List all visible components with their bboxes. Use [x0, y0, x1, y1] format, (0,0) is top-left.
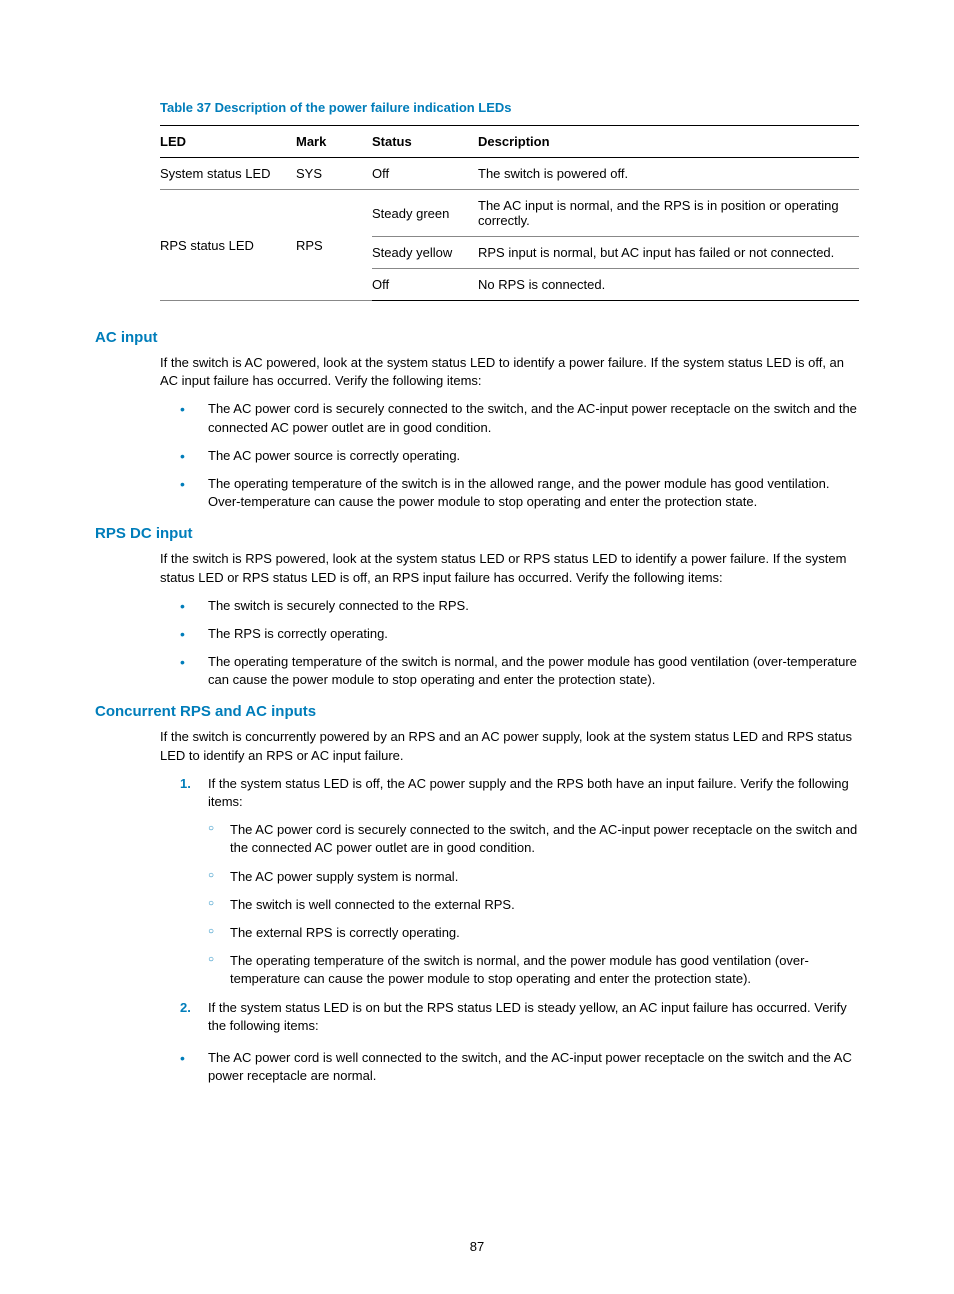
list-item: The operating temperature of the switch …: [180, 653, 859, 689]
list-number: 2.: [180, 999, 191, 1017]
list-number: 1.: [180, 775, 191, 793]
cell-description: The switch is powered off.: [478, 158, 859, 190]
list-item: The AC power source is correctly operati…: [180, 447, 859, 465]
table-row: RPS status LED RPS Steady green The AC i…: [160, 190, 859, 237]
cell-led: RPS status LED: [160, 190, 296, 301]
list-item: The AC power cord is securely connected …: [208, 821, 859, 857]
list-item: The switch is securely connected to the …: [180, 597, 859, 615]
cell-mark: RPS: [296, 190, 372, 301]
cell-description: RPS input is normal, but AC input has fa…: [478, 237, 859, 269]
cell-status: Off: [372, 269, 478, 301]
table-header-row: LED Mark Status Description: [160, 126, 859, 158]
page: Table 37 Description of the power failur…: [0, 0, 954, 1294]
cell-status: Steady yellow: [372, 237, 478, 269]
paragraph: If the switch is AC powered, look at the…: [160, 354, 859, 390]
th-led: LED: [160, 126, 296, 158]
list-item: The AC power cord is securely connected …: [180, 400, 859, 436]
cell-status: Off: [372, 158, 478, 190]
list-item: 1. If the system status LED is off, the …: [180, 775, 859, 989]
list-item: The AC power cord is well connected to t…: [180, 1049, 859, 1085]
list-text: If the system status LED is off, the AC …: [208, 776, 849, 809]
bullet-list: The AC power cord is securely connected …: [180, 400, 859, 511]
section-heading-ac-input: AC input: [95, 329, 859, 346]
list-item: The RPS is correctly operating.: [180, 625, 859, 643]
section-heading-concurrent: Concurrent RPS and AC inputs: [95, 703, 859, 720]
page-number: 87: [0, 1239, 954, 1254]
list-text: If the system status LED is on but the R…: [208, 1000, 847, 1033]
table-caption: Table 37 Description of the power failur…: [160, 100, 859, 115]
bullet-list: The AC power cord is well connected to t…: [180, 1049, 859, 1085]
bullet-list: The switch is securely connected to the …: [180, 597, 859, 690]
numbered-list: 1. If the system status LED is off, the …: [180, 775, 859, 1035]
cell-mark: SYS: [296, 158, 372, 190]
table-row: System status LED SYS Off The switch is …: [160, 158, 859, 190]
th-description: Description: [478, 126, 859, 158]
list-item: The external RPS is correctly operating.: [208, 924, 859, 942]
list-item: 2. If the system status LED is on but th…: [180, 999, 859, 1035]
th-mark: Mark: [296, 126, 372, 158]
cell-description: No RPS is connected.: [478, 269, 859, 301]
cell-led: System status LED: [160, 158, 296, 190]
list-item: The operating temperature of the switch …: [180, 475, 859, 511]
th-status: Status: [372, 126, 478, 158]
list-item: The AC power supply system is normal.: [208, 868, 859, 886]
paragraph: If the switch is concurrently powered by…: [160, 728, 859, 764]
led-table: LED Mark Status Description System statu…: [160, 125, 859, 301]
cell-status: Steady green: [372, 190, 478, 237]
section-heading-rps-dc-input: RPS DC input: [95, 525, 859, 542]
paragraph: If the switch is RPS powered, look at th…: [160, 550, 859, 586]
list-item: The switch is well connected to the exte…: [208, 896, 859, 914]
sub-list: The AC power cord is securely connected …: [208, 821, 859, 988]
cell-description: The AC input is normal, and the RPS is i…: [478, 190, 859, 237]
list-item: The operating temperature of the switch …: [208, 952, 859, 988]
